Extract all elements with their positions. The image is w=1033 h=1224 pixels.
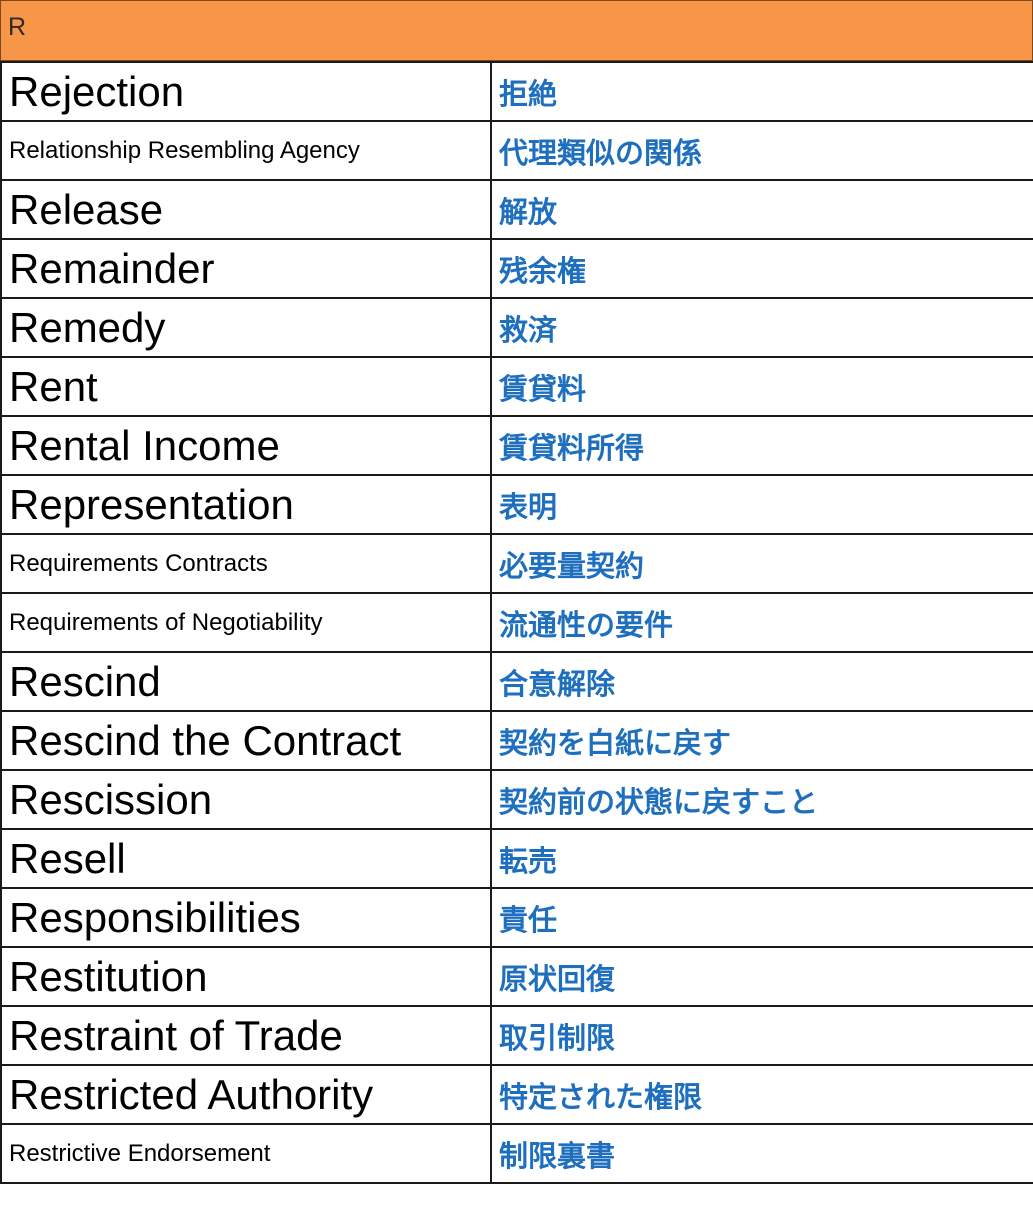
table-row: Relationship Resembling Agency 代理類似の関係 [0, 120, 1033, 181]
glossary-rows: Rejection 拒絶 Relationship Resembling Agenc… [0, 61, 1033, 1184]
english-term: Remainder [0, 238, 492, 299]
japanese-translation: 拒絶 [490, 61, 1033, 122]
english-term: Rent [0, 356, 492, 417]
table-row: Rental Income 賃貸料所得 [0, 415, 1033, 476]
english-term: Resell [0, 828, 492, 889]
japanese-translation: 解放 [490, 179, 1033, 240]
english-term: Responsibilities [0, 887, 492, 948]
english-term: Requirements of Negotiability [0, 592, 492, 653]
japanese-translation: 代理類似の関係 [490, 120, 1033, 181]
table-row: Requirements Contracts 必要量契約 [0, 533, 1033, 594]
japanese-translation: 契約を白紙に戻す [490, 710, 1033, 771]
english-term: Rental Income [0, 415, 492, 476]
glossary-table: Rejection 拒絶 Relationship Resembling Agenc… [0, 61, 1033, 1184]
japanese-translation: 特定された権限 [490, 1064, 1033, 1125]
japanese-translation: 契約前の状態に戻すこと [490, 769, 1033, 830]
english-term: Release [0, 179, 492, 240]
japanese-translation: 転売 [490, 828, 1033, 889]
glossary-sheet: R Rejection 拒絶 Relationship Resembling Age… [0, 0, 1033, 1224]
table-row: Representation 表明 [0, 474, 1033, 535]
table-row: Rescission 契約前の状態に戻すこと [0, 769, 1033, 830]
english-term: Representation [0, 474, 492, 535]
japanese-translation: 流通性の要件 [490, 592, 1033, 653]
japanese-translation: 賃貸料 [490, 356, 1033, 417]
japanese-translation: 合意解除 [490, 651, 1033, 712]
japanese-translation: 賃貸料所得 [490, 415, 1033, 476]
table-row: Restitution 原状回復 [0, 946, 1033, 1007]
table-row: Rescind the Contract 契約を白紙に戻す [0, 710, 1033, 771]
english-term: Restraint of Trade [0, 1005, 492, 1066]
table-row: Rent 賃貸料 [0, 356, 1033, 417]
japanese-translation: 責任 [490, 887, 1033, 948]
table-row: Rejection 拒絶 [0, 61, 1033, 122]
japanese-translation: 救済 [490, 297, 1033, 358]
english-term: Rejection [0, 61, 492, 122]
table-row: Responsibilities 責任 [0, 887, 1033, 948]
table-row: Remainder 残余権 [0, 238, 1033, 299]
english-term: Relationship Resembling Agency [0, 120, 492, 181]
table-row: Rescind 合意解除 [0, 651, 1033, 712]
table-row: Requirements of Negotiability 流通性の要件 [0, 592, 1033, 653]
section-header: R [0, 0, 1033, 61]
english-term: Rescission [0, 769, 492, 830]
table-row: Restrictive Endorsement 制限裏書 [0, 1123, 1033, 1184]
english-term: Restricted Authority [0, 1064, 492, 1125]
table-row: Resell 転売 [0, 828, 1033, 889]
table-row: Restraint of Trade 取引制限 [0, 1005, 1033, 1066]
table-row: Release 解放 [0, 179, 1033, 240]
japanese-translation: 必要量契約 [490, 533, 1033, 594]
english-term: Restrictive Endorsement [0, 1123, 492, 1184]
japanese-translation: 残余権 [490, 238, 1033, 299]
section-letter: R [8, 13, 27, 41]
english-term: Rescind the Contract [0, 710, 492, 771]
japanese-translation: 原状回復 [490, 946, 1033, 1007]
english-term: Remedy [0, 297, 492, 358]
japanese-translation: 取引制限 [490, 1005, 1033, 1066]
japanese-translation: 制限裏書 [490, 1123, 1033, 1184]
english-term: Requirements Contracts [0, 533, 492, 594]
table-row: Remedy 救済 [0, 297, 1033, 358]
english-term: Rescind [0, 651, 492, 712]
table-row: Restricted Authority 特定された権限 [0, 1064, 1033, 1125]
english-term: Restitution [0, 946, 492, 1007]
japanese-translation: 表明 [490, 474, 1033, 535]
